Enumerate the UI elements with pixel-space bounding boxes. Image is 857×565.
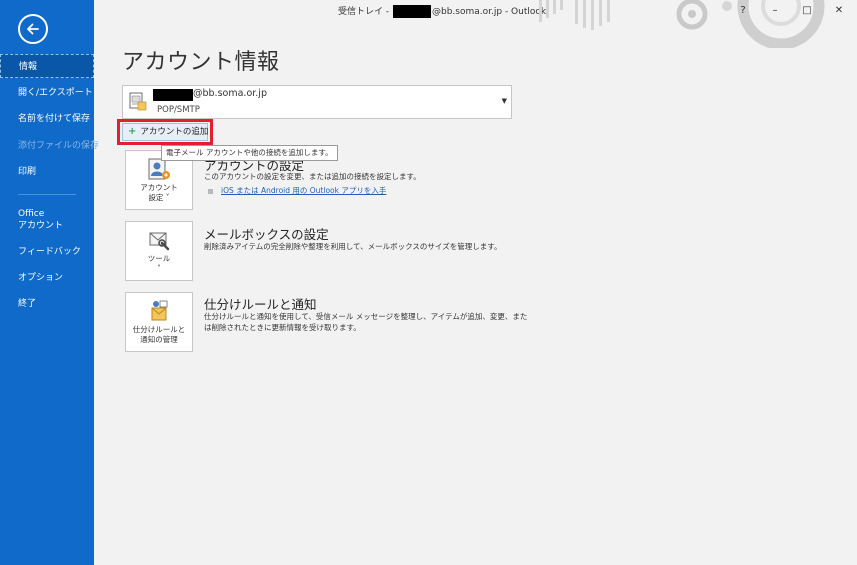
minimize-button[interactable]: – xyxy=(760,0,790,22)
redacted-block xyxy=(392,5,431,18)
account-settings-label-1: アカウント xyxy=(140,183,178,192)
tooltip: 電子メール アカウントや他の接続を追加します。 xyxy=(161,145,338,161)
account-settings-desc: このアカウントの設定を変更、または追加の接続を設定します。 xyxy=(204,172,421,181)
title-email: @bb.soma.or.jp xyxy=(431,7,503,17)
restore-button[interactable]: □ xyxy=(792,0,822,22)
tools-caret: ˅ xyxy=(157,264,161,273)
rules-alerts-desc-2: は削除されたときに更新情報を受け取ります。 xyxy=(204,323,361,332)
nav-feedback[interactable]: フィードバック xyxy=(0,240,94,264)
nav-office-account-line1: Office xyxy=(18,209,45,219)
window-title: 受信トレイ - @bb.soma.or.jp - Outlook xyxy=(338,0,546,24)
nav-office-account-line2: アカウント xyxy=(18,221,64,231)
help-button[interactable]: ? xyxy=(728,0,758,22)
plus-icon: + xyxy=(128,126,137,137)
nav-info[interactable]: 情報 xyxy=(0,54,94,78)
mailbox-settings-desc: 削除済みアイテムの完全削除や整理を利用して、メールボックスのサイズを管理します。 xyxy=(204,242,502,251)
add-account-label: アカウントの追加 xyxy=(140,127,209,137)
back-arrow-icon xyxy=(27,23,39,35)
tools-label: ツール xyxy=(147,254,171,263)
mailbox-tools-icon xyxy=(149,232,170,251)
page-title: アカウント情報 xyxy=(122,50,280,75)
account-dropdown[interactable]: @bb.soma.or.jp POP/SMTP ▼ xyxy=(122,85,512,119)
add-account-button[interactable]: + アカウントの追加 xyxy=(122,123,208,141)
chevron-down-icon: ▼ xyxy=(501,97,507,105)
bullet-icon xyxy=(208,188,213,194)
nav-office-account[interactable]: Office アカウント xyxy=(0,208,94,234)
nav-options[interactable]: オプション xyxy=(0,266,94,290)
account-type: POP/SMTP xyxy=(157,105,200,115)
account-icon xyxy=(129,92,147,111)
nav-exit[interactable]: 終了 xyxy=(0,292,94,316)
back-button[interactable] xyxy=(18,14,48,44)
close-button[interactable]: ✕ xyxy=(824,0,854,22)
backstage-sidebar: 情報 開く/エクスポート 名前を付けて保存 添付ファイルの保存 印刷 Offic… xyxy=(0,0,100,565)
rules-alerts-icon xyxy=(151,300,168,321)
nav-open-export[interactable]: 開く/エクスポート xyxy=(0,81,94,105)
mobile-app-link[interactable]: iOS または Android 用の Outlook アプリを入手 xyxy=(221,186,386,195)
mobile-app-row: iOS または Android 用の Outlook アプリを入手 xyxy=(208,185,386,196)
nav-print[interactable]: 印刷 xyxy=(0,160,94,184)
nav-save-as[interactable]: 名前を付けて保存 xyxy=(0,107,94,131)
account-settings-label-2: 設定 ˅ xyxy=(148,193,170,202)
nav-divider xyxy=(18,194,76,195)
tools-button[interactable]: ツール ˅ xyxy=(125,221,193,281)
manage-rules-label-1: 仕分けルールと xyxy=(132,325,186,334)
manage-rules-button[interactable]: 仕分けルールと 通知の管理 xyxy=(125,292,193,352)
title-prefix: 受信トレイ - xyxy=(338,7,392,17)
account-email: @bb.soma.or.jp xyxy=(193,88,267,99)
manage-rules-label-2: 通知の管理 xyxy=(140,335,178,344)
nav-save-attachments: 添付ファイルの保存 xyxy=(18,141,100,151)
redacted-block xyxy=(153,89,193,101)
rules-alerts-desc-1: 仕分けルールと通知を使用して、受信メール メッセージを整理し、アイテムが追加、変… xyxy=(204,312,528,321)
